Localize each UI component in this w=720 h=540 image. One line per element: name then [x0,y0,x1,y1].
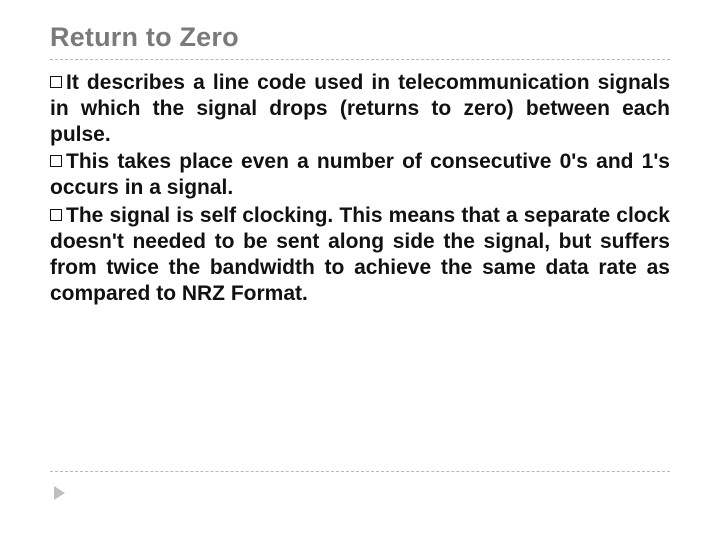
checkbox-icon [50,209,62,221]
bullet-text: This takes place even a number of consec… [50,150,670,199]
play-arrow-icon [54,486,65,500]
bullet-text: It describes a line code used in telecom… [50,71,670,146]
list-item: The signal is self clocking. This means … [50,203,670,306]
content-block: It describes a line code used in telecom… [50,70,670,306]
slide: Return to Zero It describes a line code … [0,0,720,540]
title-divider [50,59,670,60]
list-item: It describes a line code used in telecom… [50,70,670,147]
bullet-text: The signal is self clocking. This means … [50,204,670,304]
page-title: Return to Zero [50,22,670,53]
checkbox-icon [50,155,62,167]
checkbox-icon [50,76,62,88]
footer-divider [50,471,670,472]
list-item: This takes place even a number of consec… [50,149,670,201]
